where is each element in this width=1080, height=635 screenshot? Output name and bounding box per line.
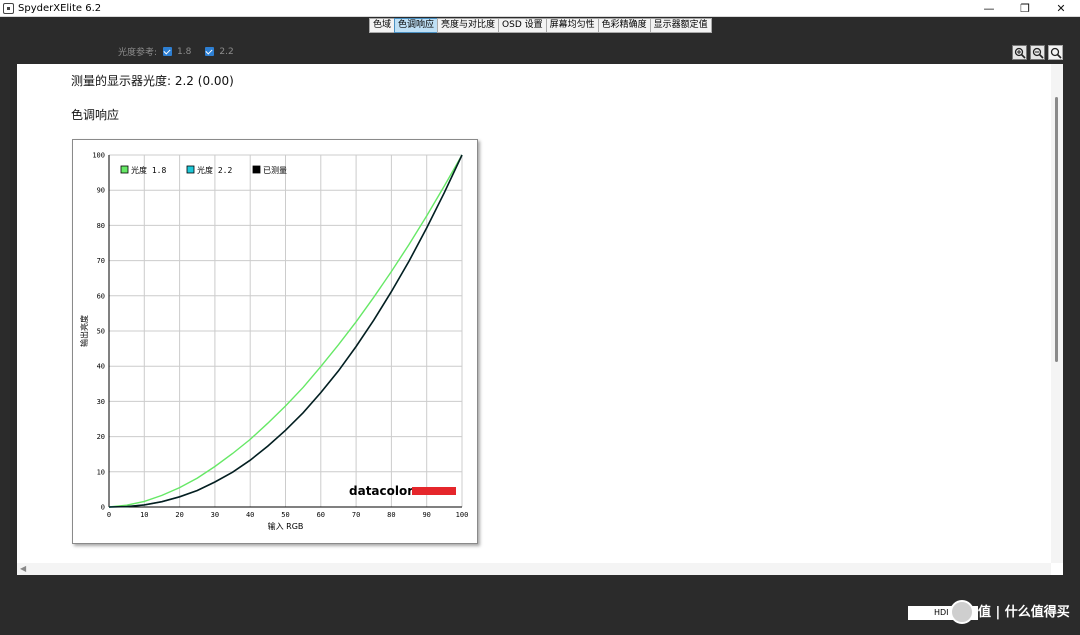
scroll-left-icon[interactable]: ◀ — [20, 564, 26, 573]
y-tick-label-10: 100 — [92, 152, 105, 160]
legend-swatch-0 — [120, 165, 129, 174]
tab-bar: 色域 色调响应 亮度与对比度 OSD 设置 屏幕均匀性 色彩精确度 显示器额定值 — [369, 18, 712, 33]
y-tick-label-1: 10 — [97, 468, 105, 476]
y-tick-label-3: 30 — [97, 398, 105, 406]
title-bar: SpyderXElite 6.2 — ❐ ✕ — [0, 0, 1080, 17]
gamma-18-checkbox[interactable] — [163, 47, 173, 56]
x-tick-label-6: 60 — [317, 511, 325, 519]
zoom-fit-icon — [1050, 47, 1062, 59]
x-tick-label-10: 100 — [456, 511, 469, 519]
gamma-22-checkbox[interactable] — [205, 47, 215, 56]
zoom-in-icon — [1014, 47, 1026, 59]
tab-osd-settings[interactable]: OSD 设置 — [498, 18, 547, 33]
x-tick-label-8: 80 — [387, 511, 395, 519]
y-tick-label-5: 50 — [97, 328, 105, 336]
vertical-scrollbar[interactable] — [1051, 64, 1063, 563]
watermark-avatar-icon — [950, 600, 974, 624]
gamma-reference-options: 光度参考: 1.8 2.2 — [118, 45, 242, 59]
zoom-out-icon — [1032, 47, 1044, 59]
y-axis-label: 输出亮度 — [79, 315, 89, 347]
zoom-out-button[interactable] — [1030, 45, 1045, 60]
x-tick-label-3: 30 — [211, 511, 219, 519]
x-axis-label: 输入 RGB — [268, 521, 304, 531]
zoom-fit-button[interactable] — [1048, 45, 1063, 60]
y-tick-label-9: 90 — [97, 187, 105, 195]
gamma-18-label: 1.8 — [177, 46, 192, 57]
tab-brightness-contrast[interactable]: 亮度与对比度 — [437, 18, 500, 33]
tone-response-chart: 0 10 20 30 40 50 60 70 80 90 100 0 10 20 30 40 50 60 70 80 9… — [72, 139, 478, 544]
legend-label-2: 已测量 — [263, 166, 287, 175]
legend-label-1: 光度 2.2 — [197, 165, 232, 175]
x-tick-label-1: 10 — [140, 511, 148, 519]
x-tick-label-5: 50 — [281, 511, 289, 519]
y-tick-label-7: 70 — [97, 257, 105, 265]
watermark: 值 | 什么值得买 — [978, 605, 1070, 620]
report-panel: 测量的显示器光度: 2.2 (0.00) 色调响应 0 10 20 30 40 50 60 7… — [17, 64, 1063, 575]
datacolor-logo-text: datacolor — [349, 484, 413, 498]
gamma-22-label: 2.2 — [219, 46, 234, 57]
tab-tone-response[interactable]: 色调响应 — [394, 18, 439, 33]
app-icon — [3, 3, 14, 14]
footer-label: HDI — [934, 608, 949, 617]
minimize-button[interactable]: — — [972, 0, 1006, 17]
legend-swatch-2 — [252, 165, 261, 174]
x-tick-label-7: 70 — [352, 511, 360, 519]
tab-color-accuracy[interactable]: 色彩精确度 — [597, 18, 651, 33]
datacolor-logo-bar — [412, 487, 456, 495]
vertical-scroll-thumb[interactable] — [1055, 97, 1058, 362]
x-tick-label-0: 0 — [107, 511, 111, 519]
x-tick-label-2: 20 — [175, 511, 183, 519]
x-tick-label-4: 40 — [246, 511, 254, 519]
y-tick-label-8: 80 — [97, 222, 105, 230]
y-tick-label-4: 40 — [97, 363, 105, 371]
y-tick-label-0: 0 — [101, 504, 105, 512]
close-button[interactable]: ✕ — [1044, 0, 1078, 17]
section-title: 色调响应 — [71, 108, 120, 122]
legend-label-0: 光度 1.8 — [131, 165, 166, 175]
y-tick-label-2: 20 — [97, 433, 105, 441]
tab-gamut[interactable]: 色域 — [369, 18, 396, 33]
window-title: SpyderXElite 6.2 — [18, 3, 102, 14]
measured-gamma-text: 测量的显示器光度: 2.2 (0.00) — [71, 74, 234, 88]
maximize-button[interactable]: ❐ — [1008, 0, 1042, 17]
horizontal-scrollbar[interactable]: ◀ — [17, 563, 1051, 575]
gamma-reference-label: 光度参考: — [118, 48, 158, 58]
tab-uniformity[interactable]: 屏幕均匀性 — [545, 18, 599, 33]
x-tick-label-9: 90 — [422, 511, 430, 519]
legend-swatch-1 — [186, 165, 195, 174]
zoom-in-button[interactable] — [1012, 45, 1027, 60]
y-tick-label-6: 60 — [97, 292, 105, 300]
tab-display-rating[interactable]: 显示器额定值 — [649, 18, 712, 33]
chart-svg: 0 10 20 30 40 50 60 70 80 90 100 0 10 20 30 40 50 60 70 80 9… — [79, 152, 469, 532]
